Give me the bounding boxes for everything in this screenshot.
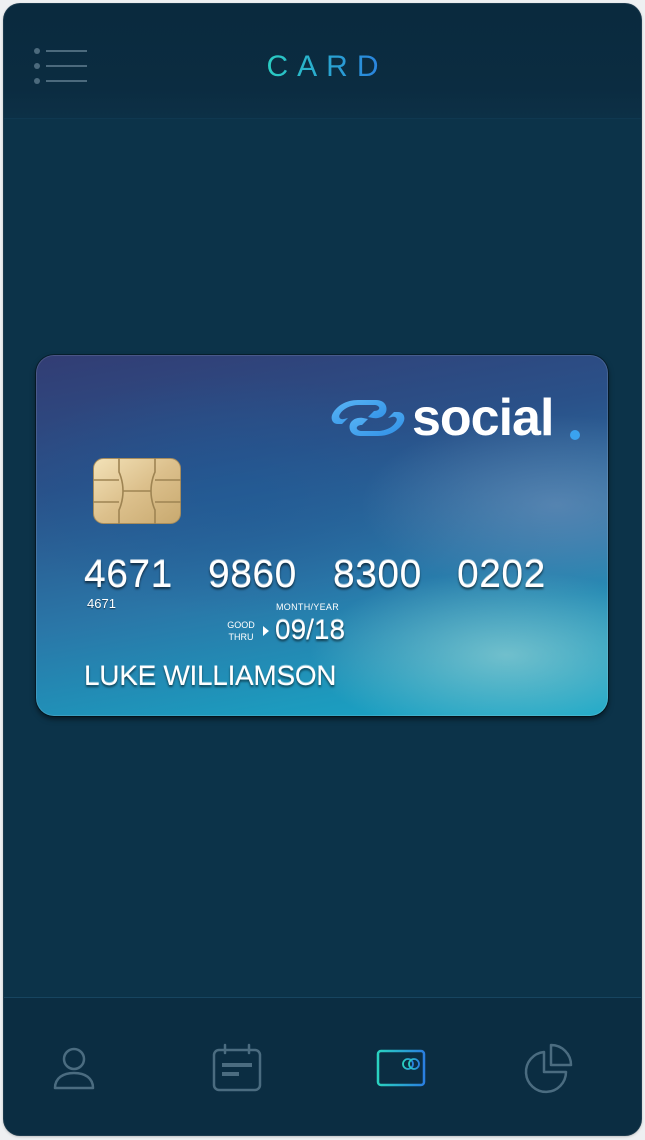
card-number-small: 4671 — [87, 596, 116, 611]
credit-card-icon[interactable] — [375, 1042, 427, 1094]
calendar-icon[interactable] — [211, 1042, 263, 1094]
good-thru-line-1: GOOD — [227, 620, 255, 630]
bottom-navigation — [4, 997, 641, 1135]
logo-dot — [570, 430, 580, 440]
card-number-group-3: 8300 — [333, 553, 422, 596]
page-title: CARD — [4, 50, 641, 84]
card-number-group-2: 9860 — [208, 553, 297, 596]
app-screen: CARD social 4671 9860 8300 0202 4671 GOO… — [4, 4, 641, 1135]
social-chain-link-icon — [331, 400, 405, 436]
cardholder-name: LUKE WILLIAMSON — [84, 660, 337, 691]
good-thru-label: GOOD THRU — [226, 619, 256, 643]
card-expiry: 09/18 — [275, 614, 346, 645]
credit-card[interactable]: social 4671 9860 8300 0202 4671 GOOD THR… — [36, 355, 608, 716]
month-year-label: MONTH/YEAR — [276, 602, 340, 612]
good-thru-line-2: THRU — [228, 632, 254, 642]
pie-chart-icon[interactable] — [522, 1042, 574, 1094]
emv-chip-icon — [93, 458, 181, 524]
card-number-group-4: 0202 — [457, 553, 546, 596]
card-number-group-1: 4671 — [84, 553, 173, 596]
card-brand-name: social — [412, 389, 554, 447]
expiry-arrow-icon — [263, 626, 269, 636]
top-bar: CARD — [4, 4, 641, 119]
profile-icon[interactable] — [48, 1042, 100, 1094]
card-brand-logo: social — [330, 388, 590, 448]
